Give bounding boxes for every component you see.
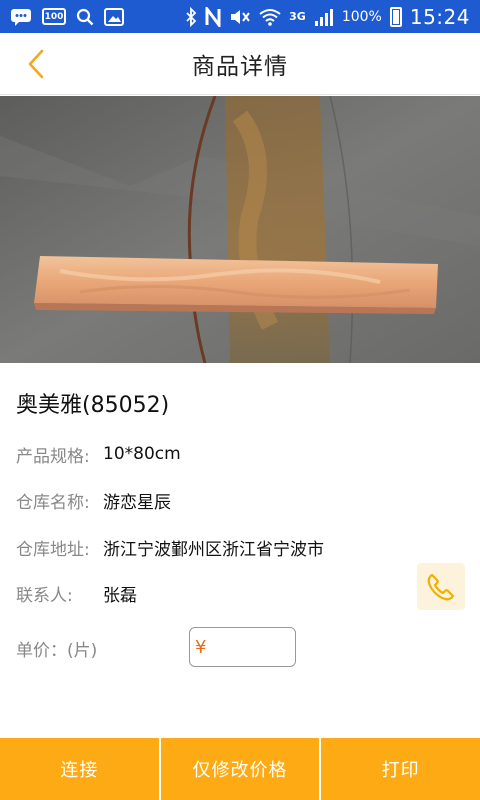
print-button[interactable]: 打印 xyxy=(321,738,480,800)
chevron-left-icon xyxy=(28,49,44,79)
title-bar: 商品详情 xyxy=(0,33,480,95)
wifi-icon xyxy=(259,8,281,26)
bluetooth-icon xyxy=(185,6,197,27)
mute-icon xyxy=(229,8,251,26)
modify-price-button[interactable]: 仅修改价格 xyxy=(160,738,320,800)
price-row: 单价：(片) xyxy=(16,635,103,661)
spec-value: 10*80cm xyxy=(103,444,181,464)
back-button[interactable] xyxy=(14,41,58,87)
network-type-label: 3G xyxy=(289,10,306,23)
price-input[interactable] xyxy=(210,632,291,662)
warehouse-address-row: 仓库地址: 浙江宁波鄞州区浙江省宁波市 xyxy=(16,534,324,560)
warehouse-address-value: 浙江宁波鄞州区浙江省宁波市 xyxy=(103,539,324,560)
call-button[interactable] xyxy=(417,563,465,610)
chat-icon xyxy=(10,8,32,26)
status-bar: 100 3G 100% 15:24 xyxy=(0,0,480,33)
product-image-carousel[interactable] xyxy=(0,96,480,363)
badge-100-icon: 100 xyxy=(42,8,66,25)
spec-label: 产品规格: xyxy=(16,446,90,467)
warehouse-name-value: 游恋星辰 xyxy=(103,492,171,513)
gallery-icon xyxy=(104,7,124,26)
currency-symbol: ¥ xyxy=(195,636,207,658)
phone-icon xyxy=(427,573,455,600)
contact-row: 联系人: 张磊 xyxy=(16,580,137,606)
spec-row: 产品规格: 10*80cm xyxy=(16,441,181,467)
battery-percent: 100% xyxy=(341,8,382,25)
product-photo xyxy=(0,96,480,363)
price-input-box[interactable]: ¥ xyxy=(189,627,296,667)
page-title: 商品详情 xyxy=(192,53,288,80)
bottom-action-bar: 连接 仅修改价格 打印 xyxy=(0,738,480,800)
price-label: 单价：(片) xyxy=(16,640,98,661)
connect-button[interactable]: 连接 xyxy=(0,738,159,800)
battery-icon xyxy=(389,6,402,27)
search-icon xyxy=(76,8,94,26)
warehouse-name-label: 仓库名称: xyxy=(16,492,90,513)
nfc-icon xyxy=(205,6,221,27)
contact-label: 联系人: xyxy=(16,585,73,606)
warehouse-address-label: 仓库地址: xyxy=(16,539,90,560)
product-name: 奥美雅(85052) xyxy=(16,393,170,418)
contact-value: 张磊 xyxy=(103,585,137,606)
clock: 15:24 xyxy=(409,4,470,29)
warehouse-name-row: 仓库名称: 游恋星辰 xyxy=(16,487,171,513)
signal-icon xyxy=(314,8,334,26)
